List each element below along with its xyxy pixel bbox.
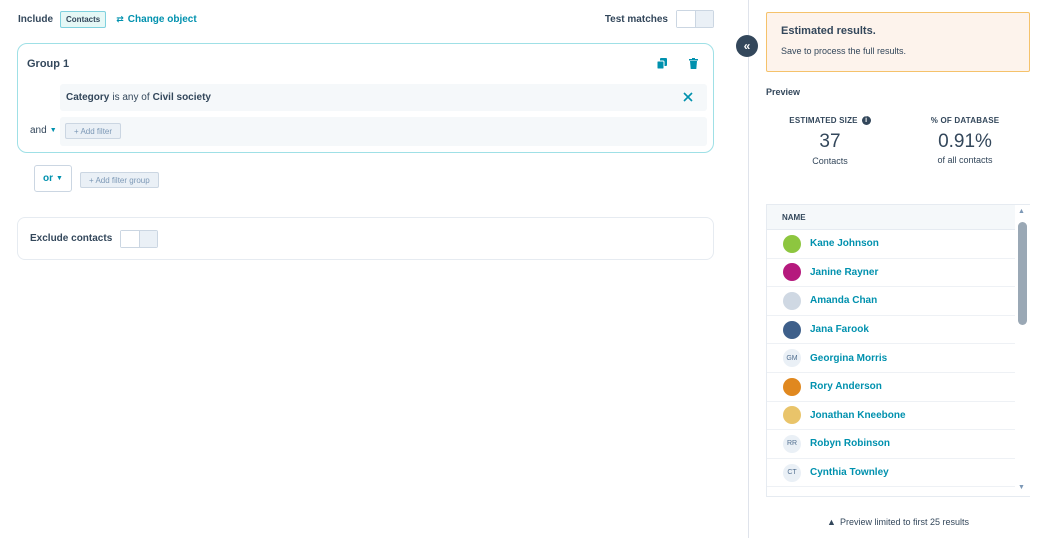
- change-object-label: Change object: [127, 13, 197, 25]
- warning-icon: ▲: [827, 517, 836, 527]
- avatar: [783, 406, 801, 425]
- estimated-size-label: ESTIMATED SIZE: [789, 116, 858, 125]
- list-item[interactable]: GM Georgina Morris: [767, 344, 1017, 373]
- object-tag: Contacts: [60, 10, 107, 28]
- contact-name-link[interactable]: Georgina Morris: [810, 353, 887, 364]
- list-item[interactable]: Amanda Chan: [767, 287, 1017, 316]
- estimate-subtitle: Save to process the full results.: [781, 46, 907, 56]
- estimate-title: Estimated results.: [781, 25, 876, 37]
- test-matches-label: Test matches: [604, 13, 668, 25]
- filter-value: Civil society: [152, 92, 211, 103]
- contact-name-link[interactable]: Robyn Robinson: [810, 438, 890, 449]
- filter-property: Category: [66, 92, 110, 103]
- trash-icon[interactable]: [687, 57, 699, 70]
- and-dropdown[interactable]: and ▼: [30, 125, 57, 136]
- collapse-panel-button[interactable]: «: [736, 35, 758, 57]
- database-percent-value: 0.91%: [938, 131, 992, 152]
- contact-name-link[interactable]: Jana Farook: [810, 324, 869, 335]
- filter-editor: Include Contacts ⇄ Change object Test ma…: [0, 0, 748, 538]
- avatar: GM: [783, 349, 801, 368]
- list-item[interactable]: Rory Anderson: [767, 373, 1017, 402]
- caret-down-icon: ▼: [49, 127, 57, 134]
- list-item[interactable]: Janine Rayner: [767, 259, 1017, 288]
- scroll-down-icon[interactable]: ▼: [1018, 484, 1025, 491]
- avatar: [783, 291, 801, 310]
- filter-operator: is any of: [112, 92, 150, 103]
- exclude-label: Exclude contacts: [30, 233, 113, 244]
- and-label: and: [30, 125, 47, 136]
- name-column-header[interactable]: NAME: [767, 205, 1029, 230]
- list-item[interactable]: Jonathan Kneebone: [767, 402, 1017, 431]
- preview-list: NAME Kane Johnson Janine Rayner Amanda Cha…: [766, 204, 1030, 497]
- add-filter-group-button[interactable]: + Add filter group: [80, 172, 159, 188]
- contact-name-link[interactable]: Rory Anderson: [810, 381, 882, 392]
- exclude-contacts-box: Exclude contacts: [17, 217, 714, 260]
- double-chevron-left-icon: «: [743, 39, 751, 53]
- info-icon[interactable]: i: [861, 116, 871, 125]
- close-icon[interactable]: [681, 90, 695, 104]
- list-item[interactable]: Jana Farook: [767, 316, 1017, 345]
- or-label: or: [43, 173, 54, 184]
- swap-icon: ⇄: [116, 13, 124, 24]
- estimated-size-value: 37: [819, 131, 841, 152]
- group-title: Group 1: [27, 58, 70, 70]
- database-percent-label: % OF DATABASE: [930, 116, 1000, 125]
- scroll-thumb[interactable]: [1018, 222, 1027, 325]
- avatar: [783, 263, 801, 282]
- preview-limit-text: Preview limited to first 25 results: [839, 517, 969, 527]
- database-percent-stat: % OF DATABASE 0.91% of all contacts: [905, 116, 1025, 165]
- or-dropdown[interactable]: or ▼: [34, 165, 72, 192]
- panel-divider: [748, 0, 749, 538]
- include-bar: Include Contacts ⇄ Change object Test ma…: [18, 10, 714, 28]
- toggle-track: [140, 230, 158, 247]
- preview-limit-note: ▲ Preview limited to first 25 results: [766, 517, 1030, 527]
- estimate-banner: Estimated results. Save to process the f…: [766, 12, 1030, 72]
- preview-label: Preview: [766, 87, 801, 97]
- list-scrollbar[interactable]: ▲ ▼: [1015, 205, 1030, 496]
- avatar: [783, 377, 801, 396]
- contact-name-link[interactable]: Amanda Chan: [810, 295, 877, 306]
- toggle-knob: [121, 230, 141, 247]
- avatar: [783, 234, 801, 253]
- estimated-size-caption: Contacts: [812, 156, 848, 166]
- test-matches: Test matches: [605, 10, 714, 28]
- caret-down-icon: ▼: [56, 175, 63, 182]
- include-label: Include: [18, 13, 54, 25]
- filter-group-1: Group 1 Category is any of Civil society: [17, 43, 714, 153]
- preview-rows: Kane Johnson Janine Rayner Amanda Chan Jana…: [767, 230, 1029, 488]
- estimated-size-header: ESTIMATED SIZE i: [770, 116, 890, 125]
- toggle-knob: [677, 11, 696, 27]
- toggle-track: [696, 11, 713, 27]
- list-item[interactable]: Kane Johnson: [767, 230, 1017, 259]
- scroll-up-icon[interactable]: ▲: [1018, 208, 1025, 215]
- add-filter-button[interactable]: + Add filter: [65, 123, 122, 139]
- filter-row[interactable]: Category is any of Civil society: [60, 84, 707, 111]
- exclude-toggle[interactable]: [120, 229, 159, 248]
- change-object-link[interactable]: ⇄ Change object: [116, 14, 196, 25]
- list-item[interactable]: RR Robyn Robinson: [767, 430, 1017, 459]
- add-filter-row: [60, 117, 707, 146]
- contact-name-link[interactable]: Jonathan Kneebone: [810, 410, 906, 421]
- contact-name-link[interactable]: Cynthia Townley: [810, 467, 889, 478]
- contact-name-link[interactable]: Janine Rayner: [810, 267, 878, 278]
- avatar: RR: [783, 434, 801, 453]
- copy-icon[interactable]: [656, 57, 668, 70]
- list-item[interactable]: CT Cynthia Townley: [767, 459, 1017, 488]
- contact-name-link[interactable]: Kane Johnson: [810, 238, 879, 249]
- avatar: [783, 320, 801, 339]
- database-percent-caption: of all contacts: [937, 155, 993, 165]
- estimated-size-stat: ESTIMATED SIZE i 37 Contacts: [770, 116, 890, 166]
- test-matches-toggle[interactable]: [676, 10, 714, 28]
- avatar: CT: [783, 463, 801, 482]
